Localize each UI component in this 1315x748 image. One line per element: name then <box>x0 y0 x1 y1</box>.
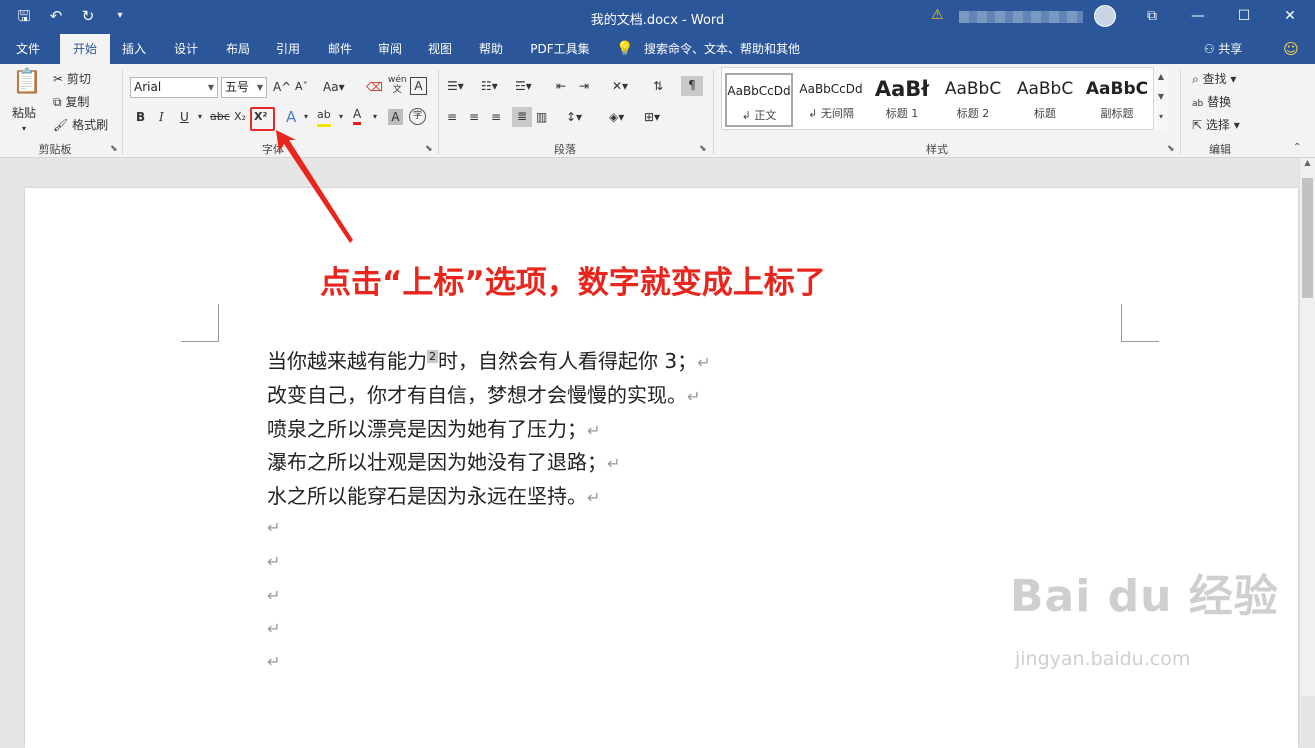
baidu-watermark: Bai du 经验 <box>1010 571 1279 622</box>
paragraph-mark: ↵ <box>687 387 701 406</box>
paragraph-mark: ↵ <box>587 421 601 440</box>
empty-paragraph[interactable]: ↵ <box>267 619 280 638</box>
red-arrow <box>276 130 353 243</box>
watermark-url: jingyan.baidu.com <box>1015 648 1191 670</box>
empty-paragraph[interactable]: ↵ <box>267 652 280 671</box>
doc-text: 水之所以能穿石是因为永远在坚持。 <box>267 484 587 508</box>
paragraph-mark: ↵ <box>607 454 621 473</box>
doc-line-3[interactable]: 喷泉之所以漂亮是因为她有了压力；↵ <box>267 413 600 442</box>
empty-paragraph[interactable]: ↵ <box>267 518 280 537</box>
doc-line-4[interactable]: 瀑布之所以壮观是因为她没有了退路；↵ <box>267 446 620 475</box>
paragraph-mark: ↵ <box>697 353 711 372</box>
doc-text: 喷泉之所以漂亮是因为她有了压力； <box>267 417 587 441</box>
scroll-up-icon[interactable]: ▲ <box>1300 158 1315 172</box>
empty-paragraph[interactable]: ↵ <box>267 552 280 571</box>
doc-line-5[interactable]: 水之所以能穿石是因为永远在坚持。↵ <box>267 480 600 509</box>
paragraph-mark: ↵ <box>587 488 601 507</box>
doc-line-2[interactable]: 改变自己，你才有自信，梦想才会慢慢的实现。↵ <box>267 379 700 408</box>
empty-paragraph[interactable]: ↵ <box>267 586 280 605</box>
superscript-number: 2 <box>427 350 438 364</box>
doc-text: 时，自然会有人看得起你 3； <box>438 349 698 373</box>
doc-line-1[interactable]: 当你越来越有能力 2 时，自然会有人看得起你 3；↵ <box>267 345 711 374</box>
scroll-thumb[interactable] <box>1302 178 1313 298</box>
doc-text: 瀑布之所以壮观是因为她没有了退路； <box>267 450 607 474</box>
doc-text: 改变自己，你才有自信，梦想才会慢慢的实现。 <box>267 383 687 407</box>
vertical-scrollbar[interactable]: ▲ <box>1299 158 1315 696</box>
doc-text: 当你越来越有能力 <box>267 349 427 373</box>
